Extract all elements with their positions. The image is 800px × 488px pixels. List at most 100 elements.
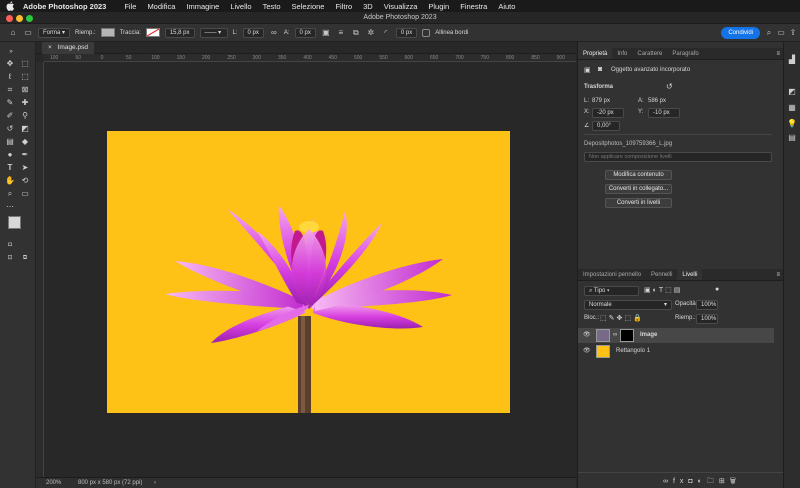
width-field[interactable]: 0 px [242, 27, 264, 38]
shape-mode-select[interactable]: Forma ▾ [38, 27, 71, 38]
menu-file[interactable]: File [124, 2, 136, 11]
fill-field[interactable]: 100% [696, 314, 718, 324]
visibility-eye-icon[interactable]: 👁 [583, 344, 591, 359]
rectangle-tool-icon[interactable]: ▭ [19, 188, 31, 200]
filter-toggle-icon[interactable]: ● [715, 286, 719, 293]
lasso-tool-icon[interactable]: ℓ [4, 71, 16, 83]
gear-icon[interactable]: ✲ [366, 28, 376, 38]
screen-mode-icon[interactable]: ⊡ [4, 252, 16, 264]
eraser-tool-icon[interactable]: ◩ [19, 123, 31, 135]
edit-toolbar-icon[interactable]: ⧉ [19, 252, 31, 264]
y-field[interactable]: -10 px [648, 108, 680, 118]
menu-filtro[interactable]: Filtro [335, 2, 352, 11]
stroke-type-select[interactable]: —— ▾ [199, 27, 228, 38]
chevron-right-icon[interactable]: › [154, 478, 156, 488]
share-button[interactable]: Condividi [721, 27, 760, 39]
more-tools-icon[interactable]: ⋯ [4, 201, 16, 213]
foreground-color-swatch[interactable] [8, 216, 21, 229]
angle-field[interactable]: 0,00° [592, 121, 620, 131]
quick-mask-icon[interactable]: ◘ [4, 239, 16, 251]
dodge-tool-icon[interactable]: ● [4, 149, 16, 161]
reset-transform-icon[interactable]: ↺ [666, 82, 673, 91]
menu-livello[interactable]: Livello [230, 2, 251, 11]
gradient-tool-icon[interactable]: ▤ [4, 136, 16, 148]
apple-icon[interactable] [6, 1, 15, 11]
brush-tool-icon[interactable]: ✐ [4, 110, 16, 122]
clone-stamp-tool-icon[interactable]: ⚲ [19, 110, 31, 122]
width-value[interactable]: 879 px [592, 98, 610, 104]
layer-name[interactable]: Image [640, 328, 657, 343]
corner-radius-field[interactable]: 0 px [395, 27, 418, 38]
workspace-icon[interactable]: ▭ [776, 28, 786, 38]
blend-mode-select[interactable]: Normale ▾ [584, 300, 672, 310]
menu-aiuto[interactable]: Aiuto [498, 2, 515, 11]
collapse-icon[interactable]: » [5, 46, 17, 58]
height-value[interactable]: 586 px [648, 98, 666, 104]
path-alignment-icon[interactable]: ≡ [336, 28, 346, 38]
layer-filter-icons[interactable]: ▣◐T⬚▤ [644, 286, 682, 294]
type-tool-icon[interactable]: T [4, 162, 16, 174]
layers-menu-icon[interactable]: ≡ [776, 269, 780, 281]
layer-comp-select[interactable]: Non applicare composizione livelli [584, 152, 772, 162]
panel-menu-icon[interactable]: ≡ [776, 48, 780, 60]
menu-3d[interactable]: 3D [363, 2, 373, 11]
minimize-window-button[interactable] [16, 15, 23, 22]
object-select-tool-icon[interactable]: ⬚ [19, 71, 31, 83]
menu-immagine[interactable]: Immagine [186, 2, 219, 11]
zoom-level[interactable]: 200% [46, 478, 61, 488]
canvas-area[interactable] [44, 62, 576, 477]
move-tool-icon[interactable]: ✥ [4, 58, 16, 70]
share-export-icon[interactable]: ⇪ [788, 28, 798, 38]
shape-tool-preset-icon[interactable]: ▭ [23, 28, 33, 38]
align-edges-checkbox[interactable] [422, 28, 431, 37]
path-operations-icon[interactable]: ▣ [321, 28, 331, 38]
menu-testo[interactable]: Testo [263, 2, 281, 11]
convert-to-linked-button[interactable]: Converti in collegato... [605, 184, 672, 194]
libraries-icon[interactable]: ▤ [786, 132, 798, 144]
eyedropper-tool-icon[interactable]: ✎ [4, 97, 16, 109]
lock-icons[interactable]: ⬚✎✥⬚🔒 [600, 314, 644, 322]
menu-selezione[interactable]: Selezione [292, 2, 325, 11]
tab-brushes[interactable]: Pennelli [646, 269, 677, 280]
yellow-rectangle-layer[interactable] [107, 131, 510, 413]
home-icon[interactable]: ⌂ [8, 28, 18, 38]
hand-tool-icon[interactable]: ✋ [4, 175, 16, 187]
visibility-eye-icon[interactable]: 👁 [583, 328, 591, 343]
link-icon[interactable]: ∞ [269, 28, 279, 38]
fill-swatch[interactable] [100, 28, 115, 37]
menu-finestra[interactable]: Finestra [460, 2, 487, 11]
edit-contents-button[interactable]: Modifica contenuto [605, 170, 672, 180]
history-brush-tool-icon[interactable]: ↺ [4, 123, 16, 135]
menu-plugin[interactable]: Plugin [428, 2, 449, 11]
layer-actions-icons[interactable]: ∞fx◘◐🗀⊞🗑 [663, 477, 741, 488]
learn-icon[interactable]: 💡 [786, 118, 798, 130]
layer-row-image[interactable]: 👁 ∞ Image [578, 328, 774, 343]
document-tab[interactable]: × Image.psd [42, 42, 94, 54]
crop-tool-icon[interactable]: ⌗ [4, 84, 16, 96]
healing-brush-tool-icon[interactable]: ✚ [19, 97, 31, 109]
app-menu[interactable]: Adobe Photoshop 2023 [23, 2, 106, 11]
stroke-swatch[interactable] [145, 28, 160, 37]
marquee-tool-icon[interactable]: ⬚ [19, 58, 31, 70]
layer-filter-kind-select[interactable]: ⌕ Tipo ▾ [584, 286, 639, 296]
close-tab-icon[interactable]: × [48, 44, 52, 51]
close-window-button[interactable] [6, 15, 13, 22]
frame-tool-icon[interactable]: ⊠ [19, 84, 31, 96]
menu-modifica[interactable]: Modifica [147, 2, 175, 11]
search-icon[interactable]: ⌕ [764, 28, 774, 38]
rotate-view-tool-icon[interactable]: ⟲ [19, 175, 31, 187]
corner-radius-icon[interactable]: ◜ [381, 28, 391, 38]
layer-mask-thumbnail[interactable] [620, 329, 634, 342]
tab-brush-settings[interactable]: Impostazioni pennello [578, 269, 646, 280]
opacity-field[interactable]: 100% [696, 300, 718, 310]
pen-tool-icon[interactable]: ✒ [19, 149, 31, 161]
convert-to-layers-button[interactable]: Converti in livelli [605, 198, 672, 208]
tab-info[interactable]: Info [612, 48, 632, 59]
layer-name[interactable]: Rettangolo 1 [616, 344, 650, 359]
menu-visualizza[interactable]: Visualizza [384, 2, 418, 11]
tab-properties[interactable]: Proprietà [578, 48, 613, 59]
zoom-tool-icon[interactable]: ⌕ [4, 188, 16, 200]
histogram-icon[interactable]: ▟ [786, 54, 798, 66]
zoom-window-button[interactable] [26, 15, 33, 22]
tab-layers[interactable]: Livelli [677, 269, 703, 280]
